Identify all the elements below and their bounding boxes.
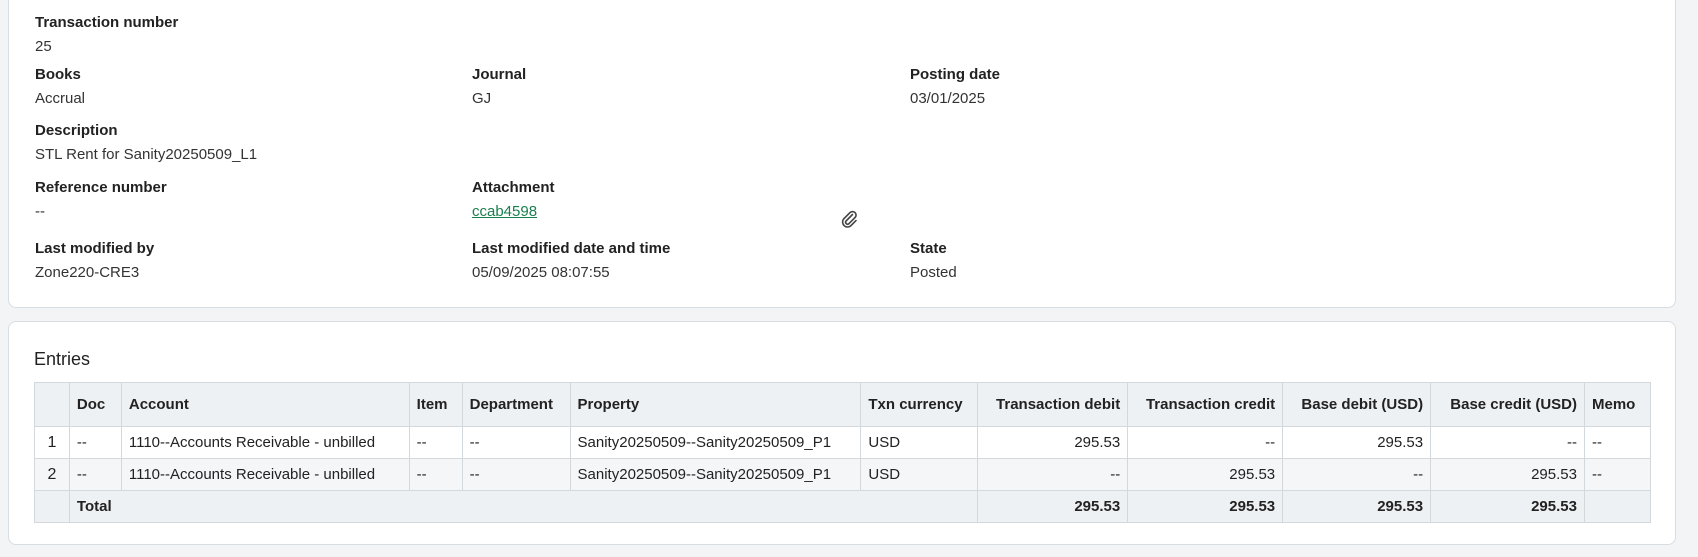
transaction-number-value: 25 — [35, 38, 52, 55]
reference-number-label: Reference number — [35, 179, 167, 196]
transaction-number-label: Transaction number — [35, 14, 179, 31]
cell-base-credit: 295.53 — [1430, 458, 1585, 491]
total-base-debit: 295.53 — [1282, 490, 1432, 523]
cell-txn-currency: USD — [860, 458, 979, 491]
cell-doc: -- — [68, 426, 122, 459]
total-label: Total — [68, 490, 979, 523]
description-field: Description STL Rent for Sanity20250509_… — [35, 122, 257, 164]
journal-value: GJ — [472, 90, 492, 107]
table-row: 2 -- 1110--Accounts Receivable - unbille… — [34, 458, 1652, 491]
cell-transaction-credit: -- — [1127, 426, 1284, 459]
cell-transaction-credit: 295.53 — [1127, 458, 1284, 491]
cell-memo: -- — [1583, 458, 1652, 491]
col-header-memo[interactable]: Memo — [1583, 382, 1652, 427]
last-modified-by-label: Last modified by — [35, 240, 155, 257]
last-modified-datetime-label: Last modified date and time — [472, 240, 671, 257]
state-value: Posted — [910, 264, 957, 281]
col-header-department[interactable]: Department — [461, 382, 571, 427]
col-header-item[interactable]: Item — [408, 382, 463, 427]
cell-item: -- — [408, 426, 463, 459]
col-header-index — [34, 382, 70, 427]
cell-doc: -- — [68, 458, 122, 491]
state-field: State Posted — [910, 240, 957, 282]
row-index: 1 — [34, 426, 70, 459]
cell-item: -- — [408, 458, 463, 491]
total-memo — [1583, 490, 1652, 523]
state-label: State — [910, 240, 947, 257]
last-modified-by-field: Last modified by Zone220-CRE3 — [35, 240, 154, 282]
col-header-transaction-debit[interactable]: Transaction debit — [977, 382, 1129, 427]
total-transaction-credit: 295.53 — [1127, 490, 1284, 523]
entries-title: Entries — [34, 349, 91, 369]
description-label: Description — [35, 122, 118, 139]
entries-card: Entries Doc Account Item Department Prop… — [8, 321, 1676, 545]
cell-department: -- — [461, 458, 571, 491]
cell-base-debit: -- — [1282, 458, 1432, 491]
total-spacer — [34, 490, 70, 523]
last-modified-datetime-field: Last modified date and time 05/09/2025 0… — [472, 240, 670, 282]
transaction-details-card: Transaction number 25 Books Accrual Jour… — [8, 0, 1676, 308]
cell-base-debit: 295.53 — [1282, 426, 1432, 459]
cell-base-credit: -- — [1430, 426, 1585, 459]
cell-property: Sanity20250509--Sanity20250509_P1 — [569, 426, 862, 459]
cell-transaction-debit: -- — [977, 458, 1129, 491]
total-transaction-debit: 295.53 — [977, 490, 1129, 523]
journal-label: Journal — [472, 66, 527, 83]
col-header-base-credit[interactable]: Base credit (USD) — [1430, 382, 1585, 427]
cell-property: Sanity20250509--Sanity20250509_P1 — [569, 458, 862, 491]
cell-account: 1110--Accounts Receivable - unbilled — [120, 426, 410, 459]
transaction-number-field: Transaction number 25 — [35, 14, 178, 56]
col-header-transaction-credit[interactable]: Transaction credit — [1127, 382, 1284, 427]
col-header-base-debit[interactable]: Base debit (USD) — [1282, 382, 1432, 427]
last-modified-datetime-value: 05/09/2025 08:07:55 — [472, 264, 610, 281]
attachment-label: Attachment — [472, 179, 555, 196]
cell-transaction-debit: 295.53 — [977, 426, 1129, 459]
paperclip-icon[interactable] — [839, 208, 859, 228]
col-header-property[interactable]: Property — [569, 382, 862, 427]
col-header-account[interactable]: Account — [120, 382, 410, 427]
attachment-field: Attachment ccab4598 — [472, 179, 555, 221]
total-row: Total 295.53 295.53 295.53 295.53 — [34, 490, 1652, 523]
cell-memo: -- — [1583, 426, 1652, 459]
posting-date-label: Posting date — [910, 66, 1001, 83]
cell-txn-currency: USD — [860, 426, 979, 459]
total-base-credit: 295.53 — [1430, 490, 1585, 523]
entries-table: Doc Account Item Department Property Txn… — [34, 382, 1652, 523]
table-row: 1 -- 1110--Accounts Receivable - unbille… — [34, 426, 1652, 459]
reference-number-field: Reference number -- — [35, 179, 167, 221]
posting-date-field: Posting date 03/01/2025 — [910, 66, 1000, 108]
last-modified-by-value: Zone220-CRE3 — [35, 264, 140, 281]
cell-department: -- — [461, 426, 571, 459]
cell-account: 1110--Accounts Receivable - unbilled — [120, 458, 410, 491]
entries-header-row: Doc Account Item Department Property Txn… — [34, 382, 1652, 427]
col-header-doc[interactable]: Doc — [68, 382, 122, 427]
books-field: Books Accrual — [35, 66, 85, 108]
col-header-txn-currency[interactable]: Txn currency — [860, 382, 979, 427]
books-value: Accrual — [35, 90, 86, 107]
posting-date-value: 03/01/2025 — [910, 90, 986, 107]
attachment-link[interactable]: ccab4598 — [472, 203, 555, 221]
description-value: STL Rent for Sanity20250509_L1 — [35, 146, 258, 163]
row-index: 2 — [34, 458, 70, 491]
books-label: Books — [35, 66, 81, 83]
reference-number-value: -- — [35, 203, 45, 220]
journal-field: Journal GJ — [472, 66, 526, 108]
